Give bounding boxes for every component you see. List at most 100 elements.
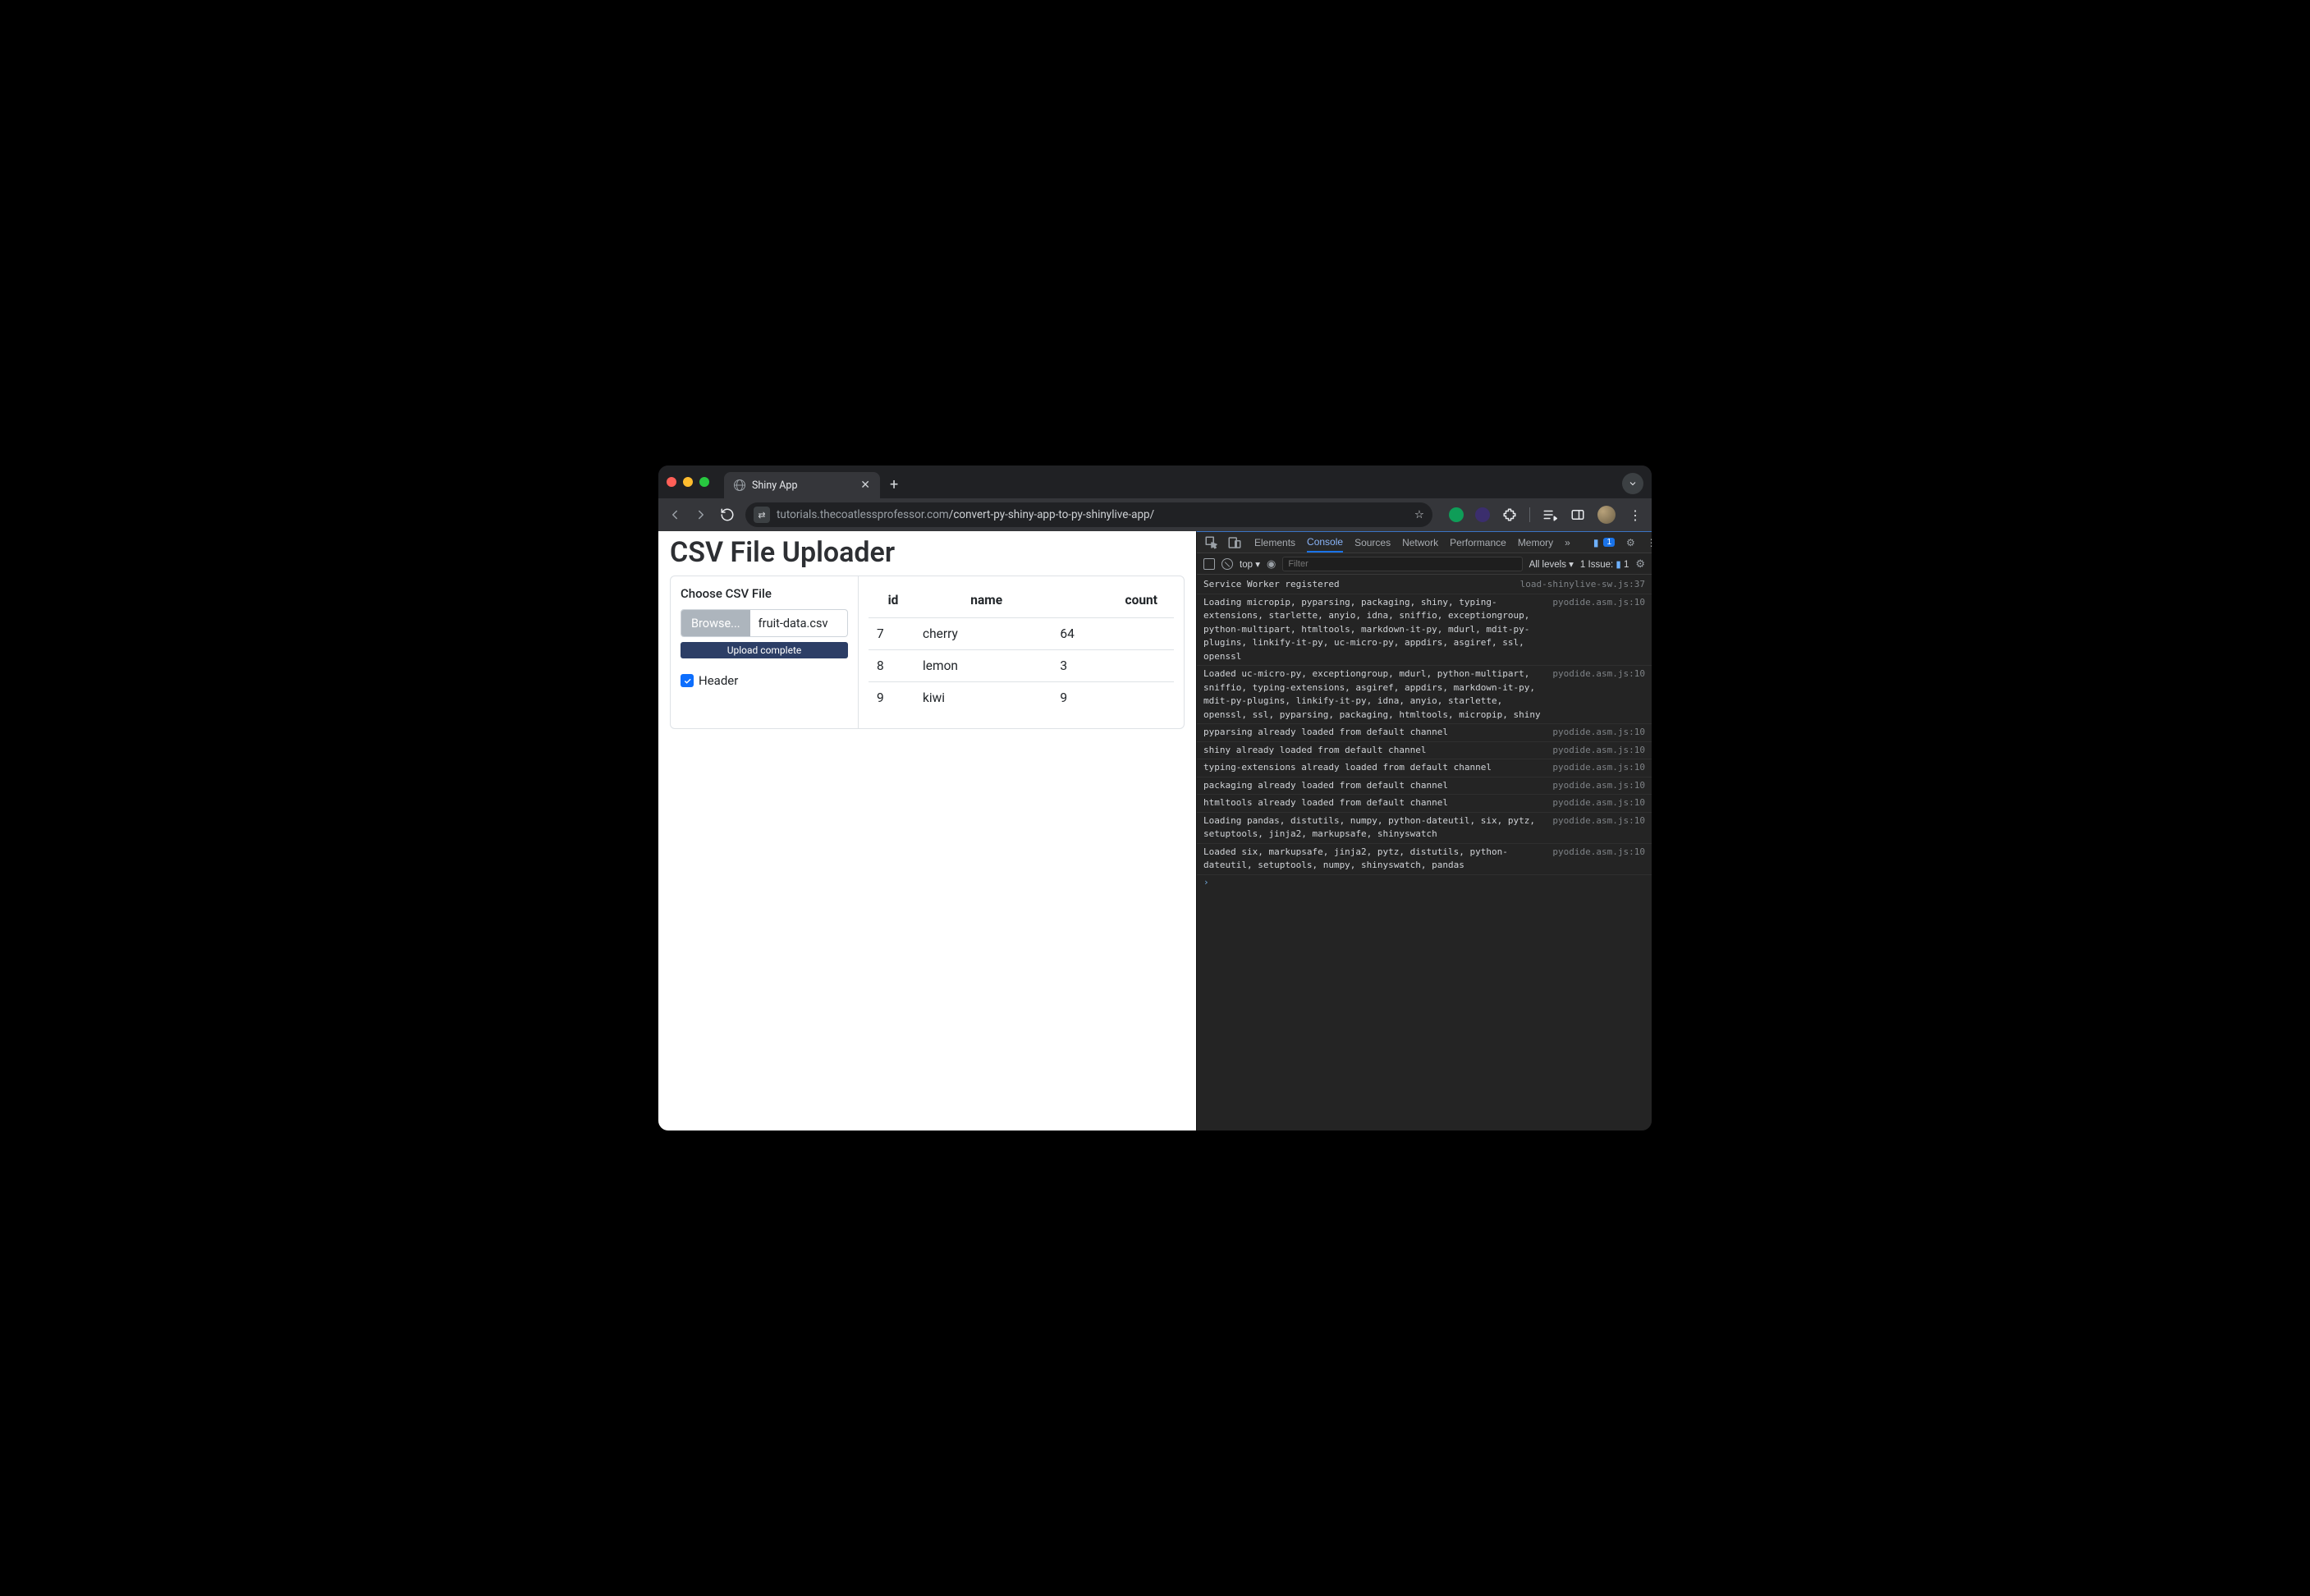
table-header-row: id name count [869,586,1174,618]
data-table: id name count 7 cherry 648 lemon 39 kiwi… [869,586,1174,713]
media-playlist-icon[interactable] [1542,507,1558,523]
table-row: 9 kiwi 9 [869,682,1174,714]
browser-toolbar: ⇄ tutorials.thecoatlessprofessor.com/con… [658,498,1652,531]
cell-name: lemon [918,650,1055,682]
globe-icon [734,479,745,491]
issues-link[interactable]: 1 Issue: ▮ 1 [1580,558,1629,570]
console-log-row: Loaded uc-micro-py, exceptiongroup, mdur… [1197,666,1652,724]
tabs-dropdown-button[interactable] [1622,473,1643,494]
log-message: Loading pandas, distutils, numpy, python… [1203,814,1546,842]
cell-id: 8 [869,650,918,682]
window-minimize-button[interactable] [683,477,693,487]
toolbar-right-icons: ⋮ [1449,506,1643,524]
browser-menu-button[interactable]: ⋮ [1627,507,1643,523]
console-log-list[interactable]: Service Worker registered load-shinylive… [1197,575,1652,1130]
log-source[interactable]: load-shinylive-sw.js:37 [1520,578,1645,592]
devtools-panel: Elements Console Sources Network Perform… [1196,531,1652,1130]
devtools-tab-network[interactable]: Network [1402,537,1438,548]
execution-context-select[interactable]: top ▾ [1240,558,1260,570]
devtools-settings-icon[interactable]: ⚙ [1626,534,1635,551]
log-levels-select[interactable]: All levels ▾ [1529,558,1574,570]
log-source[interactable]: pyodide.asm.js:10 [1552,744,1645,758]
console-filter-input[interactable] [1282,557,1522,571]
console-sidebar-toggle-icon[interactable] [1203,558,1215,570]
panel-icon[interactable] [1570,507,1586,523]
devtools-menu-icon[interactable]: ⋮ [1647,537,1652,548]
checkbox-checked-icon [681,674,694,687]
table-row: 8 lemon 3 [869,650,1174,682]
live-expression-icon[interactable]: ◉ [1267,557,1276,571]
log-source[interactable]: pyodide.asm.js:10 [1552,779,1645,793]
address-bar[interactable]: ⇄ tutorials.thecoatlessprofessor.com/con… [745,502,1432,527]
log-source[interactable]: pyodide.asm.js:10 [1552,796,1645,810]
log-message: Service Worker registered [1203,578,1514,592]
log-message: Loaded six, markupsafe, jinja2, pytz, di… [1203,846,1546,873]
clear-console-icon[interactable] [1221,558,1233,570]
devtools-tab-sources[interactable]: Sources [1354,537,1391,548]
file-input-label: Choose CSV File [681,586,848,601]
log-source[interactable]: pyodide.asm.js:10 [1552,596,1645,664]
log-source[interactable]: pyodide.asm.js:10 [1552,761,1645,775]
browse-button[interactable]: Browse... [681,610,750,636]
cell-count: 9 [1055,682,1174,714]
chevron-down-icon [1628,479,1638,488]
log-source[interactable]: pyodide.asm.js:10 [1552,667,1645,722]
cell-count: 3 [1055,650,1174,682]
page-title: CSV File Uploader [658,531,1196,576]
devtools-tab-performance[interactable]: Performance [1450,537,1506,548]
devtools-tab-bar: Elements Console Sources Network Perform… [1197,532,1652,553]
console-log-row: pyparsing already loaded from default ch… [1197,724,1652,742]
inspect-element-icon[interactable] [1203,534,1220,551]
extension-grammarly-icon[interactable] [1449,507,1464,522]
devtools-tab-elements[interactable]: Elements [1254,537,1295,548]
selected-filename: fruit-data.csv [750,610,847,636]
devtools-tab-overflow[interactable]: » [1565,537,1570,548]
window-maximize-button[interactable] [699,477,709,487]
toolbar-divider [1529,507,1530,522]
devtools-messages-icon[interactable]: ▮ [1593,537,1599,548]
tab-strip: Shiny App ✕ + [658,466,1652,498]
extensions-puzzle-icon[interactable] [1501,507,1518,523]
header-checkbox[interactable]: Header [681,673,848,688]
console-prompt[interactable]: › [1197,875,1652,889]
tab-shiny-app[interactable]: Shiny App ✕ [724,472,880,498]
devtools-tab-console[interactable]: Console [1307,536,1343,553]
device-toggle-icon[interactable] [1226,534,1243,551]
devtools-left-tools [1203,534,1243,551]
col-id: id [869,586,918,618]
profile-avatar[interactable] [1597,506,1616,524]
console-log-row: htmltools already loaded from default ch… [1197,795,1652,813]
site-settings-icon[interactable]: ⇄ [754,507,770,523]
console-log-row: Loaded six, markupsafe, jinja2, pytz, di… [1197,844,1652,875]
log-message: Loading micropip, pyparsing, packaging, … [1203,596,1546,664]
upload-progress: Upload complete [681,642,848,658]
new-tab-button[interactable]: + [890,476,898,493]
header-checkbox-label: Header [699,673,738,688]
cell-id: 9 [869,682,918,714]
nav-back-button[interactable] [667,507,683,523]
nav-forward-button[interactable] [693,507,709,523]
file-input[interactable]: Browse... fruit-data.csv [681,609,848,637]
cell-name: cherry [918,618,1055,650]
devtools-tab-memory[interactable]: Memory [1518,537,1553,548]
console-settings-icon[interactable]: ⚙ [1635,557,1645,571]
log-source[interactable]: pyodide.asm.js:10 [1552,726,1645,740]
log-source[interactable]: pyodide.asm.js:10 [1552,846,1645,873]
devtools-messages-count: 1 [1603,538,1615,547]
app-page: CSV File Uploader Choose CSV File Browse… [658,531,1196,1130]
col-count: count [1055,586,1174,618]
browser-window: Shiny App ✕ + ⇄ tutorials.thecoatlesspro… [658,466,1652,1130]
log-source[interactable]: pyodide.asm.js:10 [1552,814,1645,842]
log-message: packaging already loaded from default ch… [1203,779,1546,793]
reload-button[interactable] [719,507,736,523]
tab-close-button[interactable]: ✕ [860,479,870,491]
console-log-row: Service Worker registered load-shinylive… [1197,576,1652,594]
extension-icon[interactable] [1475,507,1490,522]
cell-name: kiwi [918,682,1055,714]
col-name: name [918,586,1055,618]
bookmark-star-icon[interactable]: ☆ [1414,508,1424,521]
log-message: pyparsing already loaded from default ch… [1203,726,1546,740]
log-message: Loaded uc-micro-py, exceptiongroup, mdur… [1203,667,1546,722]
window-close-button[interactable] [667,477,676,487]
console-log-row: shiny already loaded from default channe… [1197,742,1652,760]
